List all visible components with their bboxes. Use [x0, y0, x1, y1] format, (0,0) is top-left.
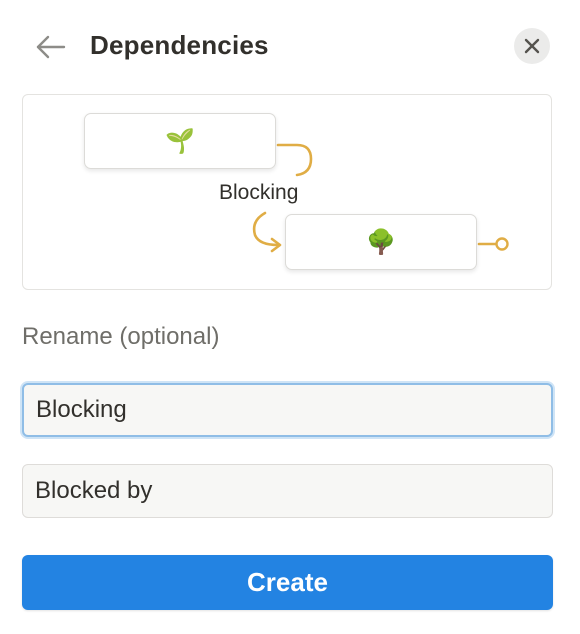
dependencies-dialog: Dependencies 🌱 🌳 Blocking Rename (option… — [0, 0, 580, 634]
arrow-left-icon — [36, 35, 66, 59]
tree-icon: 🌳 — [366, 228, 396, 256]
sprout-icon: 🌱 — [165, 127, 195, 155]
blocked-by-name-input[interactable] — [22, 464, 553, 518]
create-button[interactable]: Create — [22, 555, 553, 610]
blocked-task-node: 🌳 — [285, 214, 477, 270]
dialog-header: Dependencies — [22, 20, 558, 74]
close-button[interactable] — [514, 28, 550, 64]
back-button[interactable] — [30, 32, 70, 62]
relation-label: Blocking — [217, 181, 301, 205]
page-title: Dependencies — [90, 30, 269, 60]
rename-label: Rename (optional) — [22, 323, 220, 350]
blocking-task-node: 🌱 — [84, 113, 276, 169]
close-icon — [524, 38, 540, 54]
blocking-name-input[interactable] — [22, 383, 553, 437]
dependency-diagram: 🌱 🌳 Blocking — [22, 94, 552, 290]
